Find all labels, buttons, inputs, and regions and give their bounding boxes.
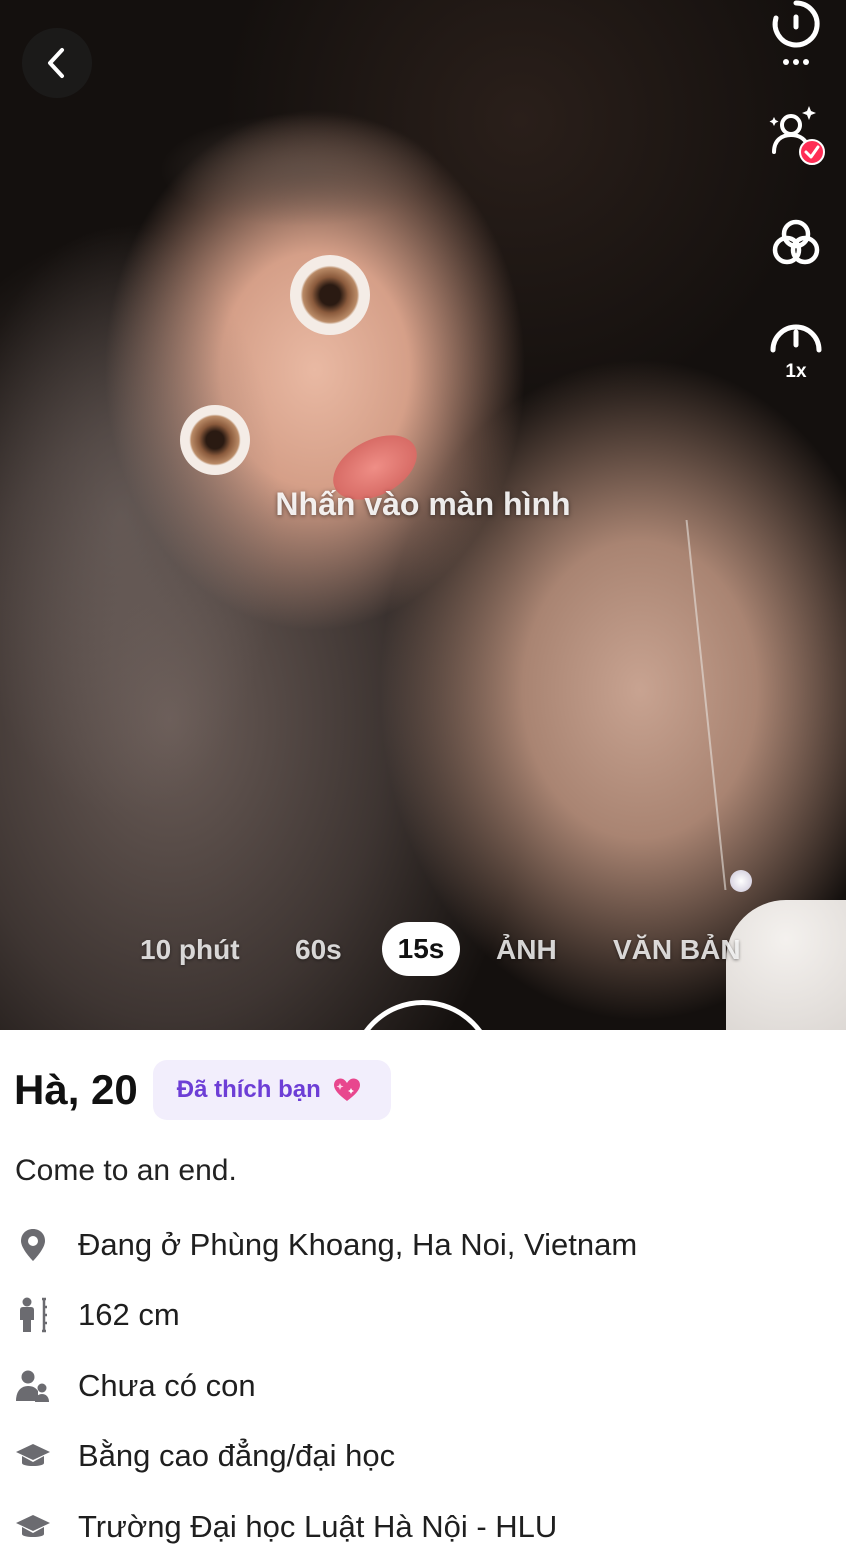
person-sparkle-icon [769,106,825,165]
info-row-location: Đang ở Phùng Khoang, Ha Noi, Vietnam [15,1222,637,1268]
photo-pendant [730,870,752,892]
school-cap-icon [15,1509,51,1545]
liked-you-badge: Đã thích bạn [152,1060,391,1120]
back-button[interactable] [22,28,92,98]
info-location-text: Đang ở Phùng Khoang, Ha Noi, Vietnam [78,1227,638,1262]
camera-preview[interactable]: 1x Nhấn vào màn hình 10 phút 60s 15s ẢNH… [0,0,846,1030]
photo-hair-top [90,80,510,260]
speed-label: 1x [785,361,807,382]
verified-friend-button[interactable] [764,100,828,172]
mode-60s[interactable]: 60s [295,922,342,978]
sparkle-heart-icon [333,1078,360,1101]
info-row-children: Chưa có con [15,1363,256,1409]
info-height-text: 162 cm [78,1297,180,1332]
education-cap-icon [15,1438,51,1474]
info-row-height: 162 cm [15,1292,180,1338]
photo-eye [180,405,250,475]
info-children-text: Chưa có con [78,1368,256,1403]
mode-10-minutes[interactable]: 10 phút [140,922,240,978]
location-pin-icon [15,1227,51,1263]
mode-15s-selected[interactable]: 15s [382,922,460,976]
chevron-left-icon [48,48,64,78]
timer-icon [772,0,820,48]
speed-button[interactable]: 1x [764,310,828,382]
capture-mode-selector: 10 phút 60s 15s ẢNH VĂN BẢN [0,922,846,978]
tap-screen-hint: Nhấn vào màn hình [275,486,571,522]
profile-header: Hà, 20 Đã thích bạn [14,1060,391,1120]
info-row-school: Trường Đại học Luật Hà Nội - HLU [15,1504,557,1550]
timer-button[interactable] [764,0,828,54]
speed-gauge-icon: 1x [770,324,822,382]
mode-photo[interactable]: ẢNH [496,922,557,978]
info-education-text: Bằng cao đẳng/đại học [78,1438,396,1473]
info-row-education: Bằng cao đẳng/đại học [15,1433,395,1479]
info-school-text: Trường Đại học Luật Hà Nội - HLU [78,1509,558,1544]
liked-you-label: Đã thích bạn [176,1076,321,1103]
mode-text[interactable]: VĂN BẢN [613,922,741,978]
profile-card: Hà, 20 Đã thích bạn Come to an end. Đang… [0,1030,846,1562]
children-icon [15,1368,51,1404]
height-icon [15,1297,51,1333]
photo-necklace [685,520,765,890]
photo-eye [290,255,370,335]
profile-name-age: Hà, 20 [14,1066,138,1113]
more-dots-icon [783,59,809,65]
shutter-button[interactable] [350,1000,496,1030]
more-options-button[interactable] [764,54,828,70]
filters-icon [772,219,820,265]
filters-button[interactable] [764,210,828,276]
profile-bio: Come to an end. [15,1154,237,1187]
